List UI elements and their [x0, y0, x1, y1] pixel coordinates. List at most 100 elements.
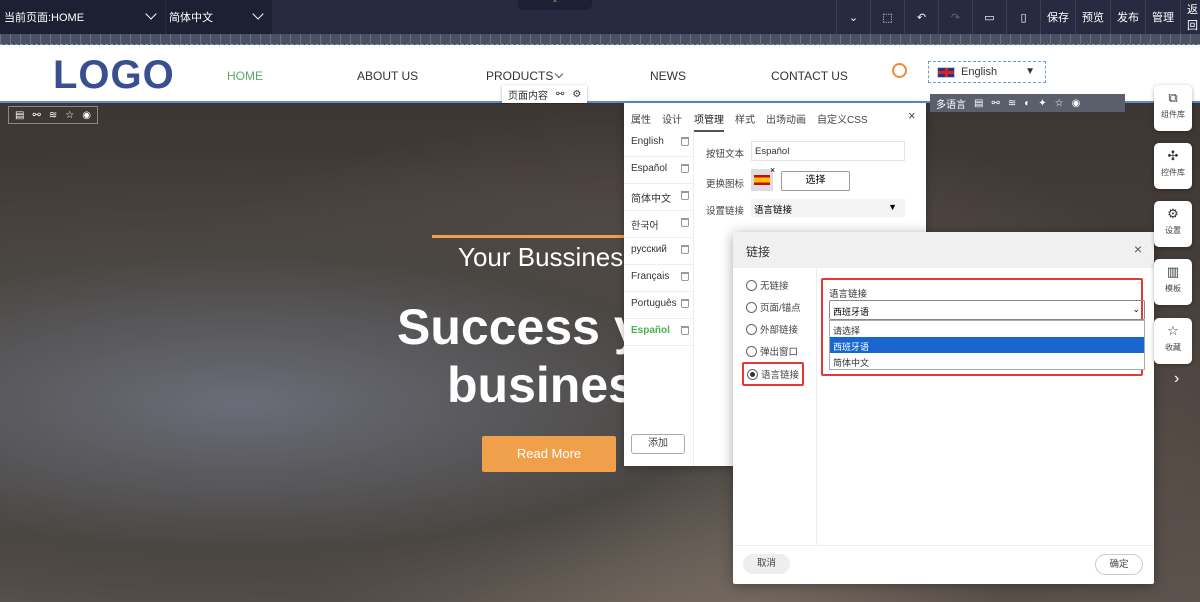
option[interactable]: 简体中文 [830, 353, 1144, 369]
list-item[interactable]: Español [624, 157, 694, 184]
undo-icon[interactable]: ↶ [904, 0, 938, 34]
list-item[interactable]: 한국어 [624, 211, 694, 238]
expand-icon[interactable]: ⌄ [836, 0, 870, 34]
star-icon[interactable]: ☆ [65, 110, 74, 121]
option-selected[interactable]: 西班牙语 [830, 337, 1144, 353]
language-switcher[interactable]: English ▼ [928, 61, 1046, 83]
eye-icon[interactable]: ◉ [1072, 98, 1081, 109]
link-select[interactable]: 语言链接 ▼ [751, 199, 905, 217]
gear-icon[interactable]: ⚙ [572, 89, 581, 100]
nav-products[interactable]: PRODUCTS [486, 69, 553, 83]
language-selector[interactable]: 简体中文 [166, 0, 272, 34]
sidebar-component-library[interactable]: ⧉ 组件库 [1154, 85, 1192, 131]
radio-external-link[interactable]: 外部链接 [746, 322, 798, 336]
trash-icon[interactable] [681, 137, 689, 146]
trash-icon[interactable] [681, 245, 689, 254]
list-item[interactable]: Français [624, 265, 694, 292]
copy-icon: ⧉ [1168, 90, 1178, 105]
hero-title-line1: Success y [397, 299, 642, 355]
tab-custom-css[interactable]: 自定义CSS [817, 111, 868, 126]
magic-icon[interactable]: ✦ [1038, 98, 1046, 109]
ok-button[interactable]: 确定 [1095, 554, 1143, 575]
radio-language-link[interactable]: 语言链接 [742, 362, 805, 386]
hero-subtitle: Your Bussines [458, 242, 624, 272]
sidebar-widget-library[interactable]: ✣ 控件库 [1154, 143, 1192, 189]
icon-label: 更换图标 [706, 179, 745, 190]
link-dialog: 链接 × 无链接 页面/锚点 外部链接 弹出窗口 语言链接 语言链接 西班牙语 ⌄… [733, 232, 1154, 584]
radio-page-anchor[interactable]: 页面/锚点 [746, 300, 801, 314]
list-item-selected[interactable]: Español [624, 319, 694, 346]
template-icon: ▥ [1166, 264, 1180, 279]
tab-animation[interactable]: 出场动画 [766, 111, 806, 126]
layers-icon[interactable]: ≋ [49, 110, 57, 121]
save-button[interactable]: 保存 [1040, 0, 1075, 34]
nav-news[interactable]: NEWS [650, 69, 686, 83]
tab-style[interactable]: 样式 [735, 111, 755, 126]
palette-icon[interactable]: ◐ [1024, 98, 1030, 109]
logo[interactable]: LOGO [53, 53, 175, 98]
nav-about[interactable]: ABOUT US [357, 69, 418, 83]
close-icon[interactable]: × [1134, 241, 1142, 257]
sidebar-settings[interactable]: ⚙ 设置 [1154, 201, 1192, 247]
preview-button[interactable]: 预览 [1075, 0, 1110, 34]
unlink-icon[interactable]: ⚯ [991, 98, 999, 109]
puzzle-icon: ✣ [1167, 148, 1179, 163]
language-link-label: 语言链接 [829, 289, 868, 300]
back-button[interactable]: 返回 [1180, 0, 1200, 34]
tab-properties[interactable]: 属性 [631, 111, 651, 126]
mobile-icon[interactable]: ▯ [1006, 0, 1040, 34]
list-item[interactable]: 简体中文 [624, 184, 694, 211]
trash-icon[interactable] [681, 218, 689, 227]
radio-no-link[interactable]: 无链接 [746, 278, 789, 292]
tab-item-management[interactable]: 项管理 [694, 111, 724, 132]
edit-icon[interactable]: ▤ [974, 98, 983, 109]
manage-button[interactable]: 管理 [1145, 0, 1180, 34]
edit-icon[interactable]: ▤ [15, 110, 24, 121]
button-text-input[interactable]: Español [751, 141, 905, 161]
dialog-title: 链接 [733, 232, 1154, 268]
trash-icon[interactable] [681, 299, 689, 308]
language-select[interactable]: 西班牙语 ⌄ [829, 300, 1145, 320]
ruler [0, 34, 1200, 45]
select-icon[interactable]: ⬚ [870, 0, 904, 34]
nav-contact[interactable]: CONTACT US [771, 69, 848, 83]
trash-icon[interactable] [681, 272, 689, 281]
section-toolbar: ▤ ⚯ ≋ ☆ ◉ [8, 106, 98, 124]
spain-flag-icon [754, 175, 770, 185]
nav-home[interactable]: HOME [227, 69, 263, 83]
list-item[interactable]: русский [624, 238, 694, 265]
chevron-down-icon: ⌄ [1132, 304, 1140, 314]
layers-icon[interactable]: ≋ [1008, 98, 1016, 109]
chevron-down-icon [252, 8, 264, 20]
star-icon[interactable]: ☆ [1055, 98, 1064, 109]
read-more-button[interactable]: Read More [482, 436, 616, 472]
list-item[interactable]: Português [624, 292, 694, 319]
search-icon[interactable] [892, 63, 907, 78]
collapse-button[interactable]: ⌃ [518, 0, 592, 10]
tab-design[interactable]: 设计 [662, 111, 682, 126]
trash-icon[interactable] [681, 191, 689, 200]
publish-button[interactable]: 发布 [1110, 0, 1145, 34]
desktop-icon[interactable]: ▭ [972, 0, 1006, 34]
flag-icon-preview: × [751, 165, 775, 191]
trash-icon[interactable] [681, 164, 689, 173]
redo-icon[interactable]: ↷ [938, 0, 972, 34]
cancel-button[interactable]: 取消 [743, 554, 790, 574]
chevron-right-icon[interactable]: › [1174, 370, 1179, 388]
page-selector[interactable]: 当前页面:HOME [0, 0, 165, 34]
eye-icon[interactable]: ◉ [82, 110, 91, 121]
radio-popup[interactable]: 弹出窗口 [746, 344, 798, 358]
choose-button[interactable]: 选择 [781, 171, 850, 191]
uk-flag-icon [937, 67, 955, 78]
list-item[interactable]: English [624, 130, 694, 157]
unlink-icon[interactable]: ⚯ [556, 89, 564, 100]
sidebar-favorites[interactable]: ☆ 收藏 [1154, 318, 1192, 364]
add-button[interactable]: 添加 [631, 434, 685, 454]
close-icon[interactable]: × [908, 108, 916, 123]
trash-icon[interactable] [681, 326, 689, 335]
unlink-icon[interactable]: ⚯ [32, 110, 40, 121]
option[interactable]: 请选择 [830, 321, 1144, 337]
hero-title-line2: busines [447, 357, 636, 413]
remove-icon[interactable]: × [770, 165, 775, 175]
sidebar-templates[interactable]: ▥ 模板 [1154, 259, 1192, 305]
